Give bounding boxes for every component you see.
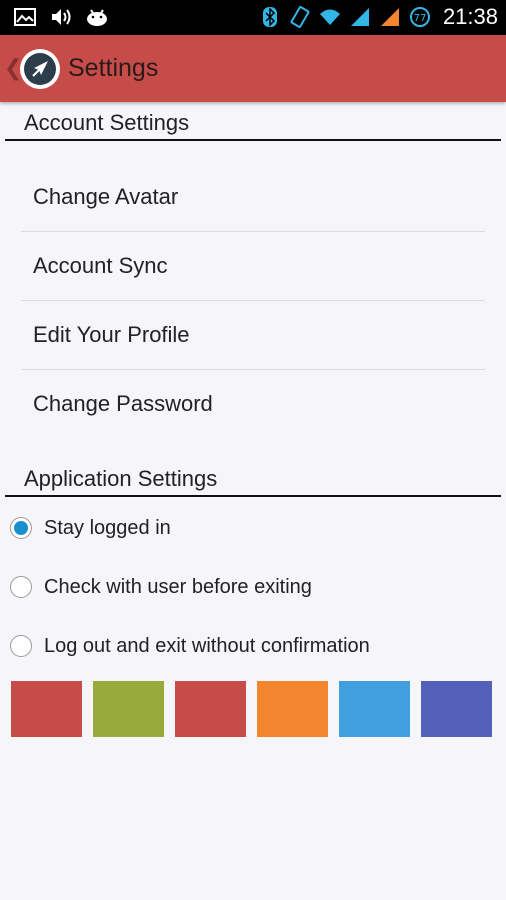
list-item-label: Change Password — [33, 391, 213, 416]
paper-plane-icon — [32, 61, 48, 77]
clock: 21:38 — [442, 4, 498, 29]
radio-label: Log out and exit without confirmation — [44, 634, 370, 657]
app-bar: ❮ Settings — [0, 35, 506, 102]
change-avatar-item[interactable]: Change Avatar — [21, 164, 485, 232]
color-swatch-green[interactable] — [93, 681, 164, 737]
list-item-label: Change Avatar — [33, 184, 179, 209]
volume-icon — [52, 9, 71, 25]
divider — [5, 139, 501, 141]
color-swatch-orange[interactable] — [257, 681, 328, 737]
account-sync-item[interactable]: Account Sync — [21, 233, 485, 301]
signal-icon — [350, 8, 369, 26]
bluetooth-icon — [262, 7, 277, 27]
app-logo[interactable] — [20, 49, 60, 89]
theme-color-swatches — [11, 681, 492, 737]
image-icon — [14, 8, 36, 26]
android-icon — [87, 9, 107, 26]
page-title: Settings — [68, 54, 159, 82]
radio-label: Stay logged in — [44, 516, 171, 539]
radio-check-before-exit[interactable]: Check with user before exiting — [10, 567, 312, 607]
status-bar: 77 21:38 — [0, 0, 506, 35]
radio-label: Check with user before exiting — [44, 575, 312, 598]
signal-orange-icon — [380, 8, 399, 26]
badge-77-icon: 77 — [409, 7, 430, 27]
color-swatch-red[interactable] — [11, 681, 82, 737]
edit-profile-item[interactable]: Edit Your Profile — [21, 302, 485, 370]
rotate-icon — [290, 6, 310, 28]
color-swatch-blue[interactable] — [339, 681, 410, 737]
color-swatch-red-2[interactable] — [175, 681, 246, 737]
color-swatch-indigo[interactable] — [421, 681, 492, 737]
radio-stay-logged-in[interactable]: Stay logged in — [10, 508, 171, 548]
radio-logout-no-confirm[interactable]: Log out and exit without confirmation — [10, 626, 370, 666]
svg-text:77: 77 — [414, 13, 427, 24]
radio-button[interactable] — [10, 635, 32, 657]
application-settings-header: Application Settings — [24, 466, 218, 491]
radio-button-checked[interactable] — [10, 517, 32, 539]
divider — [5, 495, 501, 497]
list-item-label: Account Sync — [33, 253, 168, 278]
radio-button[interactable] — [10, 576, 32, 598]
list-item-label: Edit Your Profile — [33, 322, 190, 347]
change-password-item[interactable]: Change Password — [21, 371, 485, 439]
wifi-icon — [319, 9, 340, 25]
account-settings-header: Account Settings — [24, 110, 190, 135]
